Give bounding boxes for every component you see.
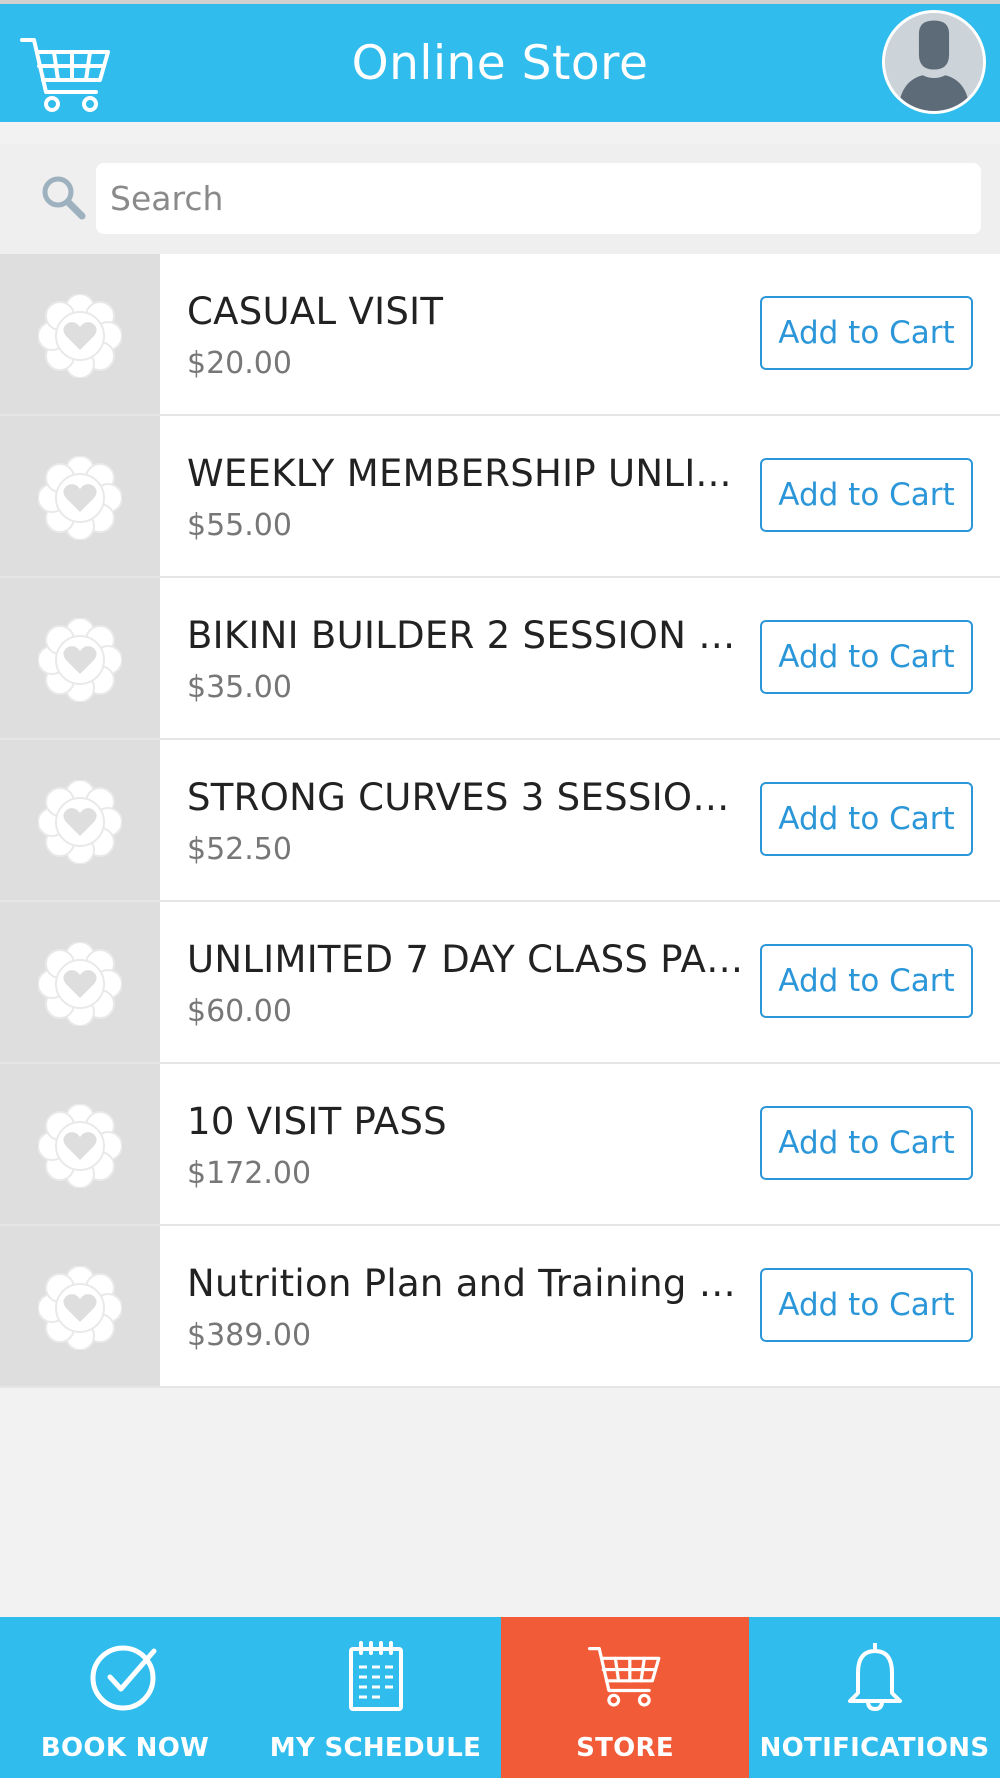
tab-label: STORE [576, 1733, 674, 1763]
product-thumbnail [0, 1226, 160, 1386]
product-name: 10 VISIT PASS [187, 1100, 447, 1143]
product-price: $35.00 [187, 670, 292, 705]
flower-heart-icon [38, 1104, 122, 1188]
product-thumbnail [0, 740, 160, 900]
product-name: CASUAL VISIT [187, 290, 444, 333]
add-to-cart-button[interactable]: Add to Cart [760, 1268, 973, 1342]
tab-label: MY SCHEDULE [269, 1733, 482, 1763]
product-name: UNLIMITED 7 DAY CLASS PASS [187, 938, 747, 981]
product-name: STRONG CURVES 3 SESSION ... [187, 776, 747, 819]
bell-icon [847, 1643, 902, 1711]
search-icon [42, 176, 86, 220]
user-avatar-icon [885, 13, 983, 111]
search-bar [0, 144, 1000, 254]
product-name: BIKINI BUILDER 2 SESSION P... [187, 614, 747, 657]
calendar-icon [348, 1641, 403, 1711]
flower-heart-icon [38, 1266, 122, 1350]
tab-notifications[interactable]: NOTIFICATIONS [749, 1617, 1000, 1778]
product-name: Nutrition Plan and Training C... [187, 1262, 747, 1305]
search-input[interactable] [96, 163, 981, 234]
list-item: BIKINI BUILDER 2 SESSION P... $35.00 Add… [0, 578, 1000, 740]
product-price: $389.00 [187, 1318, 312, 1353]
add-to-cart-button[interactable]: Add to Cart [760, 782, 973, 856]
product-thumbnail [0, 578, 160, 738]
product-price: $52.50 [187, 832, 292, 867]
bottom-nav: BOOK NOW MY SCHEDULE STORE NOTIFICATIONS [0, 1617, 1000, 1778]
flower-heart-icon [38, 942, 122, 1026]
add-to-cart-button[interactable]: Add to Cart [760, 620, 973, 694]
list-item: WEEKLY MEMBERSHIP UNLI... $55.00 Add to … [0, 416, 1000, 578]
user-avatar[interactable] [882, 10, 986, 114]
product-thumbnail [0, 1064, 160, 1224]
tab-store[interactable]: STORE [501, 1617, 749, 1778]
tab-my-schedule[interactable]: MY SCHEDULE [250, 1617, 501, 1778]
list-item: STRONG CURVES 3 SESSION ... $52.50 Add t… [0, 740, 1000, 902]
checkmark-circle-icon [90, 1645, 157, 1711]
flower-heart-icon [38, 294, 122, 378]
list-item: CASUAL VISIT $20.00 Add to Cart [0, 254, 1000, 416]
top-bar: Online Store [0, 0, 1000, 122]
product-thumbnail [0, 416, 160, 576]
tab-label: BOOK NOW [40, 1733, 210, 1763]
page-title: Online Store [351, 36, 649, 91]
flower-heart-icon [38, 456, 122, 540]
product-thumbnail [0, 254, 160, 414]
product-price: $172.00 [187, 1156, 312, 1191]
list-item: Nutrition Plan and Training C... $389.00… [0, 1226, 1000, 1388]
add-to-cart-button[interactable]: Add to Cart [760, 1106, 973, 1180]
add-to-cart-button[interactable]: Add to Cart [760, 458, 973, 532]
product-price: $55.00 [187, 508, 292, 543]
product-price: $60.00 [187, 994, 292, 1029]
add-to-cart-button[interactable]: Add to Cart [760, 944, 973, 1018]
product-list: CASUAL VISIT $20.00 Add to Cart WEEKLY M… [0, 254, 1000, 1388]
flower-heart-icon [38, 618, 122, 702]
flower-heart-icon [38, 780, 122, 864]
tab-label: NOTIFICATIONS [759, 1733, 990, 1763]
list-item: UNLIMITED 7 DAY CLASS PASS $60.00 Add to… [0, 902, 1000, 1064]
add-to-cart-button[interactable]: Add to Cart [760, 296, 973, 370]
product-thumbnail [0, 902, 160, 1062]
product-price: $20.00 [187, 346, 292, 381]
tab-book-now[interactable]: BOOK NOW [0, 1617, 250, 1778]
list-item: 10 VISIT PASS $172.00 Add to Cart [0, 1064, 1000, 1226]
product-name: WEEKLY MEMBERSHIP UNLI... [187, 452, 732, 495]
shopping-cart-icon [588, 1647, 661, 1707]
